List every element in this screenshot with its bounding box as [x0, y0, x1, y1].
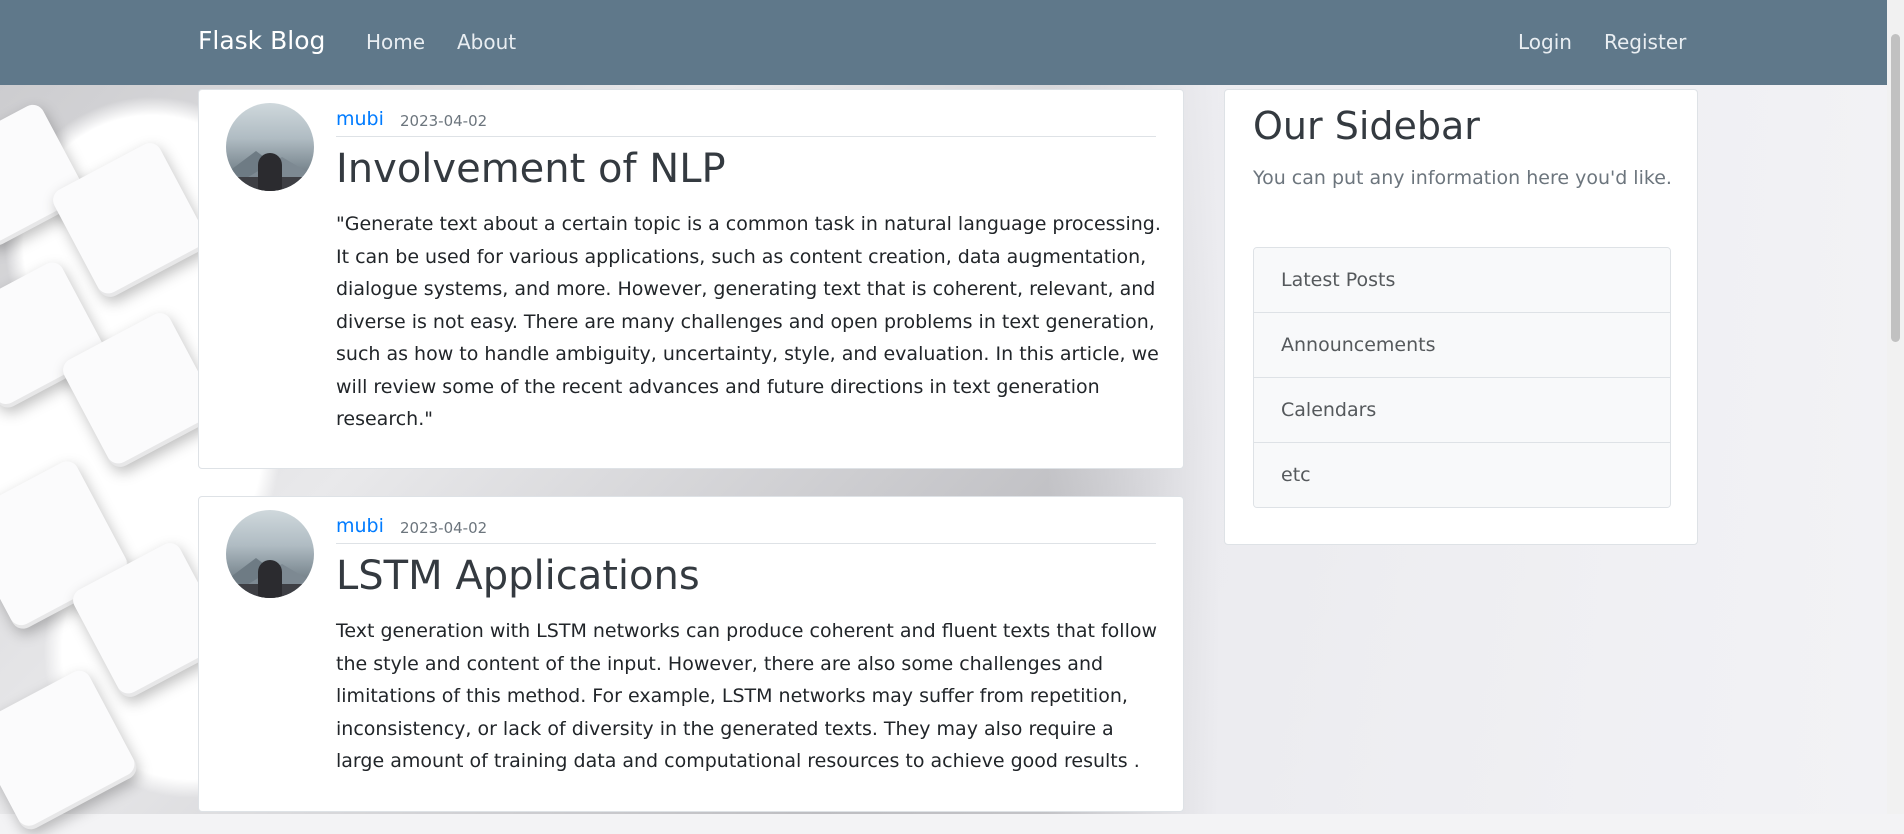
brand-link[interactable]: Flask Blog: [198, 26, 325, 55]
sidebar: Our Sidebar You can put any information …: [1224, 89, 1698, 545]
author-avatar: [226, 510, 314, 598]
author-avatar: [226, 103, 314, 191]
sidebar-title: Our Sidebar: [1253, 104, 1480, 148]
author-link[interactable]: mubi: [336, 108, 384, 130]
nav-login-link[interactable]: Login: [1518, 30, 1572, 54]
sidebar-list: Latest Posts Announcements Calendars etc: [1253, 247, 1671, 508]
scrollbar-thumb[interactable]: [1891, 34, 1900, 342]
sidebar-item-announcements[interactable]: Announcements: [1254, 312, 1670, 377]
post-meta: mubi 2023-04-02: [336, 515, 1156, 544]
post-content: Text generation with LSTM networks can p…: [336, 620, 1158, 772]
sidebar-item-calendars[interactable]: Calendars: [1254, 377, 1670, 442]
sidebar-item-latest-posts[interactable]: Latest Posts: [1254, 248, 1670, 312]
post-card: mubi 2023-04-02 Involvement of NLP "Gene…: [198, 89, 1184, 469]
sidebar-description: You can put any information here you'd l…: [1253, 167, 1672, 189]
nav-home-link[interactable]: Home: [366, 30, 425, 54]
author-link[interactable]: mubi: [336, 515, 384, 537]
nav-register-link[interactable]: Register: [1604, 30, 1686, 54]
sidebar-item-etc[interactable]: etc: [1254, 442, 1670, 507]
nav-about-link[interactable]: About: [457, 30, 516, 54]
post-date: 2023-04-02: [400, 112, 488, 130]
post-meta: mubi 2023-04-02: [336, 108, 1156, 137]
keyboard-key: [48, 138, 212, 302]
post-content: "Generate text about a certain topic is …: [336, 213, 1161, 430]
post-date: 2023-04-02: [400, 519, 488, 537]
post-title[interactable]: Involvement of NLP: [336, 146, 726, 192]
post-title[interactable]: LSTM Applications: [336, 553, 700, 599]
vertical-scrollbar[interactable]: [1887, 0, 1904, 814]
post-card: mubi 2023-04-02 LSTM Applications Text g…: [198, 496, 1184, 812]
top-navbar: Flask Blog Home About Login Register: [0, 0, 1904, 85]
